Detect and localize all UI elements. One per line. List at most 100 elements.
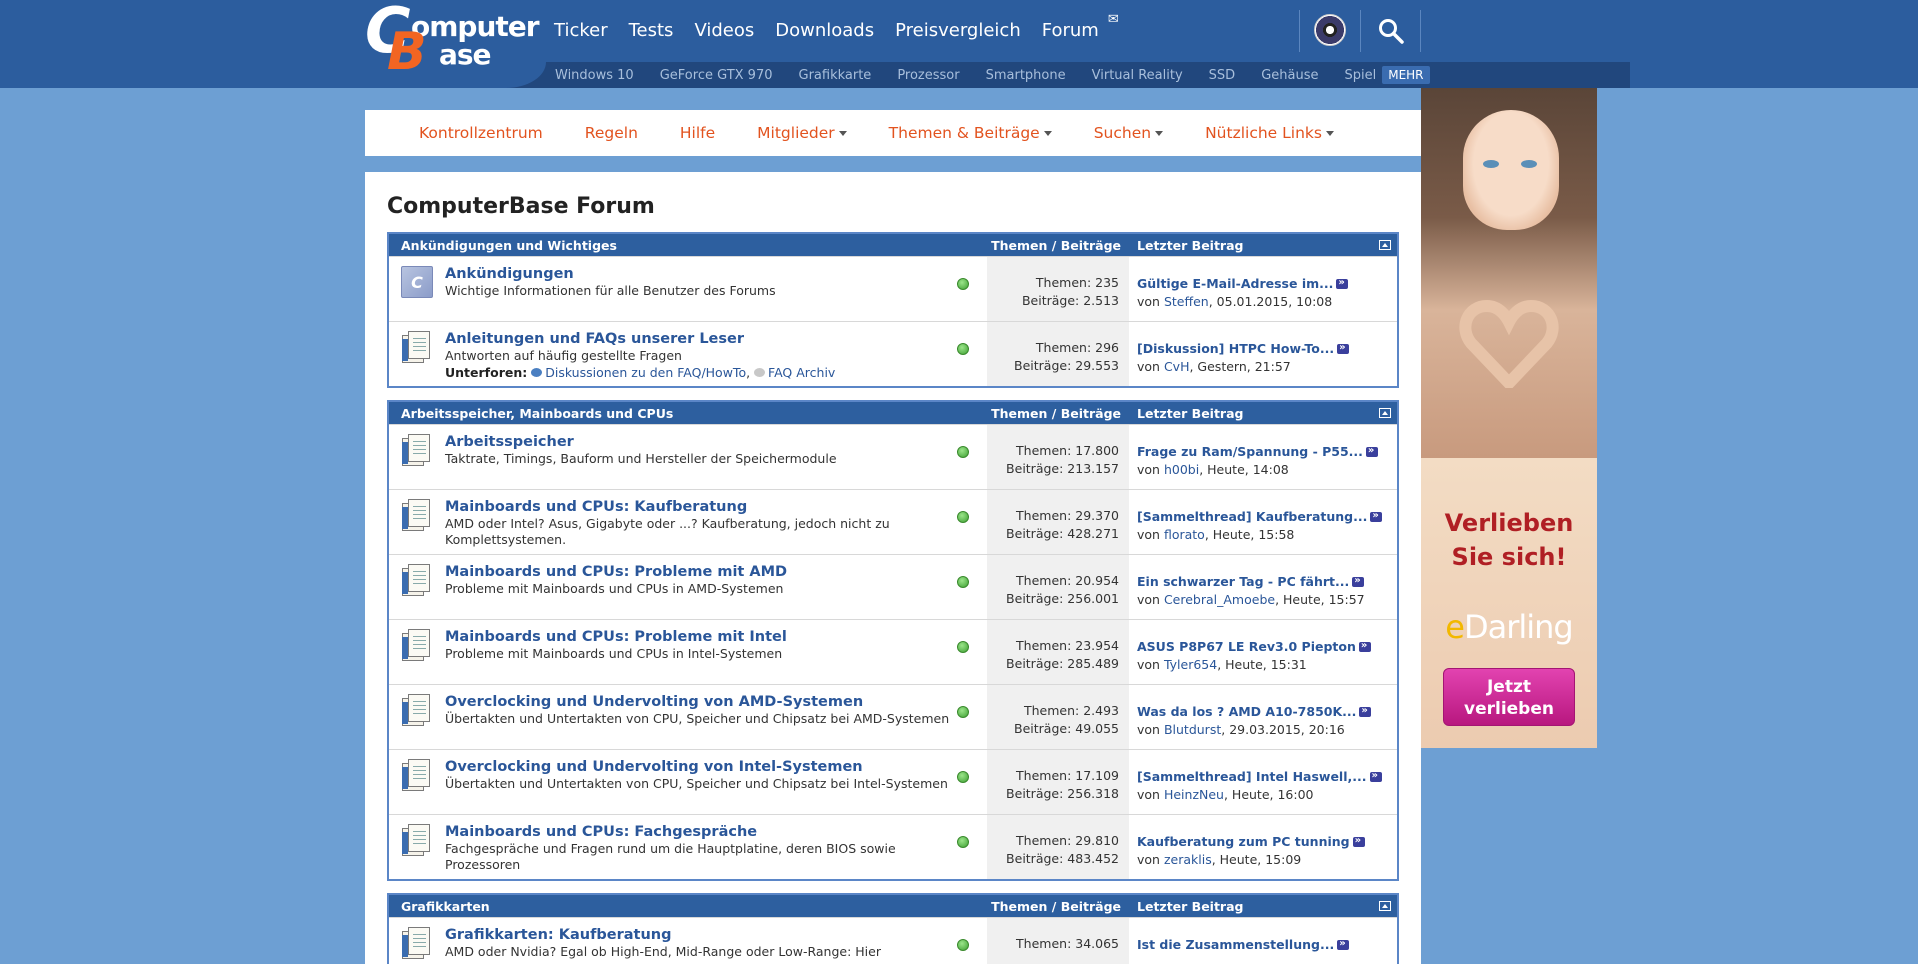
go-to-post-icon[interactable] xyxy=(1337,935,1350,953)
forum-title-link[interactable]: Arbeitsspeicher xyxy=(445,434,957,451)
forumnav-hilfe[interactable]: Hilfe xyxy=(680,124,715,142)
last-post-title[interactable]: Gültige E-Mail-Adresse im... xyxy=(1137,274,1397,293)
go-to-post-icon[interactable] xyxy=(1337,339,1350,357)
post-count: Beiträge: 428.271 xyxy=(1006,526,1119,541)
topic-link[interactable]: SSD xyxy=(1209,68,1236,83)
topic-link[interactable]: Spiel xyxy=(1344,68,1376,83)
last-post-time: , 05.01.2015, 10:08 xyxy=(1208,294,1333,309)
new-posts-status-icon xyxy=(957,836,969,848)
collapse-icon[interactable] xyxy=(1379,240,1391,250)
nav-forum[interactable]: Forum ✉ xyxy=(1042,12,1119,41)
forumnav-kontrollzentrum[interactable]: Kontrollzentrum xyxy=(419,124,543,142)
collapse-icon[interactable] xyxy=(1379,408,1391,418)
more-button[interactable]: MEHR xyxy=(1382,66,1430,84)
go-to-post-icon[interactable] xyxy=(1358,637,1371,655)
forum-title-link[interactable]: Mainboards und CPUs: Kaufberatung xyxy=(445,499,957,516)
topic-link[interactable]: Prozessor xyxy=(897,68,959,83)
go-to-post-icon[interactable] xyxy=(1336,274,1349,292)
last-post-user[interactable]: h00bi xyxy=(1164,462,1199,477)
topic-link[interactable]: Smartphone xyxy=(986,68,1066,83)
subforum-link[interactable]: FAQ Archiv xyxy=(768,365,835,380)
site-logo[interactable]: C omputer B ase xyxy=(365,0,540,82)
last-post-user[interactable]: Blutdurst xyxy=(1164,722,1221,737)
last-post-title[interactable]: Frage zu Ram/Spannung - P55... xyxy=(1137,442,1397,461)
search-icon[interactable] xyxy=(1378,18,1404,44)
forum-info: Mainboards und CPUs: Kaufberatung AMD ode… xyxy=(445,490,987,554)
nav-preisvergleich[interactable]: Preisvergleich xyxy=(895,20,1021,41)
post-count: Beiträge: 483.452 xyxy=(1006,851,1119,866)
forum-title-link[interactable]: Mainboards und CPUs: Probleme mit AMD xyxy=(445,564,957,581)
caret-down-icon xyxy=(1155,131,1164,136)
forum-row: Mainboards und CPUs: Kaufberatung AMD ode… xyxy=(389,489,1397,554)
forum-description: Probleme mit Mainboards und CPUs in AMD-… xyxy=(445,581,784,596)
forumnav-themen[interactable]: Themen & Beiträge xyxy=(889,124,1052,142)
forumnav-regeln[interactable]: Regeln xyxy=(585,124,638,142)
nav-downloads[interactable]: Downloads xyxy=(775,20,874,41)
forum-title-link[interactable]: Grafikkarten: Kaufberatung xyxy=(445,927,957,944)
forum-docs-icon xyxy=(402,629,432,663)
last-post-user[interactable]: HeinzNeu xyxy=(1164,787,1224,802)
last-post-title[interactable]: ASUS P8P67 LE Rev3.0 Piepton xyxy=(1137,637,1397,656)
nav-tests[interactable]: Tests xyxy=(629,20,674,41)
topic-link[interactable]: GeForce GTX 970 xyxy=(660,68,773,83)
forum-description: AMD oder Nvidia? Egal ob High-End, Mid-R… xyxy=(445,944,881,959)
forumnav-links[interactable]: Nützliche Links xyxy=(1205,124,1334,142)
forumnav-label: Suchen xyxy=(1093,124,1152,142)
last-post-title-text: Gültige E-Mail-Adresse im... xyxy=(1137,276,1334,291)
topic-link[interactable]: Virtual Reality xyxy=(1092,68,1183,83)
ad-cta-button[interactable]: Jetzt verlieben xyxy=(1443,668,1575,726)
column-stats-label: Themen / Beiträge xyxy=(991,898,1121,914)
last-post-time: , Gestern, 21:57 xyxy=(1189,359,1291,374)
last-post-user[interactable]: zeraklis xyxy=(1164,852,1212,867)
category-title[interactable]: Grafikkarten xyxy=(389,899,987,914)
disc-icon[interactable] xyxy=(1314,14,1346,46)
last-post-user[interactable]: CvH xyxy=(1164,359,1190,374)
forum-title-link[interactable]: Ankündigungen xyxy=(445,266,957,283)
last-post-title[interactable]: [Sammelthread] Intel Haswell,... xyxy=(1137,767,1397,786)
forumnav-mitglieder[interactable]: Mitglieder xyxy=(757,124,847,142)
forum-stats: Themen: 29.370 Beiträge: 428.271 xyxy=(987,490,1129,554)
nav-videos[interactable]: Videos xyxy=(694,20,754,41)
go-to-post-icon[interactable] xyxy=(1352,832,1365,850)
go-to-post-icon[interactable] xyxy=(1365,442,1378,460)
forum-info: Ankündigungen Wichtige Informationen für … xyxy=(445,257,987,321)
new-posts-status-icon xyxy=(957,343,969,355)
last-post-user[interactable]: Cerebral_Amoebe xyxy=(1164,592,1275,607)
topic-link[interactable]: Grafikkarte xyxy=(799,68,872,83)
go-to-post-icon[interactable] xyxy=(1359,702,1372,720)
nav-ticker[interactable]: Ticker xyxy=(554,20,608,41)
last-post-title[interactable]: Kaufberatung zum PC tunning xyxy=(1137,832,1397,851)
forum-title-link[interactable]: Overclocking und Undervolting von AMD-Sy… xyxy=(445,694,957,711)
go-to-post-icon[interactable] xyxy=(1352,572,1365,590)
category-title[interactable]: Arbeitsspeicher, Mainboards und CPUs xyxy=(389,406,987,421)
collapse-icon[interactable] xyxy=(1379,901,1391,911)
forum-stats: Themen: 20.954 Beiträge: 256.001 xyxy=(987,555,1129,619)
last-post-title[interactable]: Ist die Zusammenstellung... xyxy=(1137,935,1397,954)
topic-link[interactable]: Gehäuse xyxy=(1261,68,1318,83)
forum-title-link[interactable]: Mainboards und CPUs: Fachgespräche xyxy=(445,824,957,841)
advertisement[interactable]: Verlieben Sie sich! eDarling Jetzt verli… xyxy=(1421,88,1597,748)
forum-title-link[interactable]: Overclocking und Undervolting von Intel-… xyxy=(445,759,957,776)
post-count: Beiträge: 2.513 xyxy=(1021,293,1119,308)
go-to-post-icon[interactable] xyxy=(1369,767,1382,785)
last-post-title[interactable]: [Diskussion] HTPC How-To... xyxy=(1137,339,1397,358)
last-post-user[interactable]: Steffen xyxy=(1164,294,1209,309)
subforum-link[interactable]: Diskussionen zu den FAQ/HowTo xyxy=(545,365,746,380)
column-last-label: Letzter Beitrag xyxy=(1137,237,1244,253)
forum-title-link[interactable]: Mainboards und CPUs: Probleme mit Intel xyxy=(445,629,957,646)
ad-brand: eDarling xyxy=(1421,608,1597,646)
topic-link[interactable]: Windows 10 xyxy=(555,68,634,83)
forum-title-link[interactable]: Anleitungen und FAQs unserer Leser xyxy=(445,331,957,348)
forum-docs-icon xyxy=(402,927,432,961)
last-post-time: , Heute, 14:08 xyxy=(1199,462,1289,477)
last-post-title[interactable]: Was da los ? AMD A10-7850K... xyxy=(1137,702,1397,721)
last-post-user[interactable]: florato xyxy=(1164,527,1205,542)
thread-count: Themen: 235 xyxy=(1035,275,1119,290)
category-title[interactable]: Ankündigungen und Wichtiges xyxy=(389,238,987,253)
go-to-post-icon[interactable] xyxy=(1370,507,1383,525)
last-post-user[interactable]: Tyler654 xyxy=(1164,657,1217,672)
forumnav-suchen[interactable]: Suchen xyxy=(1093,124,1164,142)
last-post: Frage zu Ram/Spannung - P55... von h00bi,… xyxy=(1129,425,1397,489)
last-post-title[interactable]: [Sammelthread] Kaufberatung... xyxy=(1137,507,1397,526)
last-post-title[interactable]: Ein schwarzer Tag - PC fährt... xyxy=(1137,572,1397,591)
